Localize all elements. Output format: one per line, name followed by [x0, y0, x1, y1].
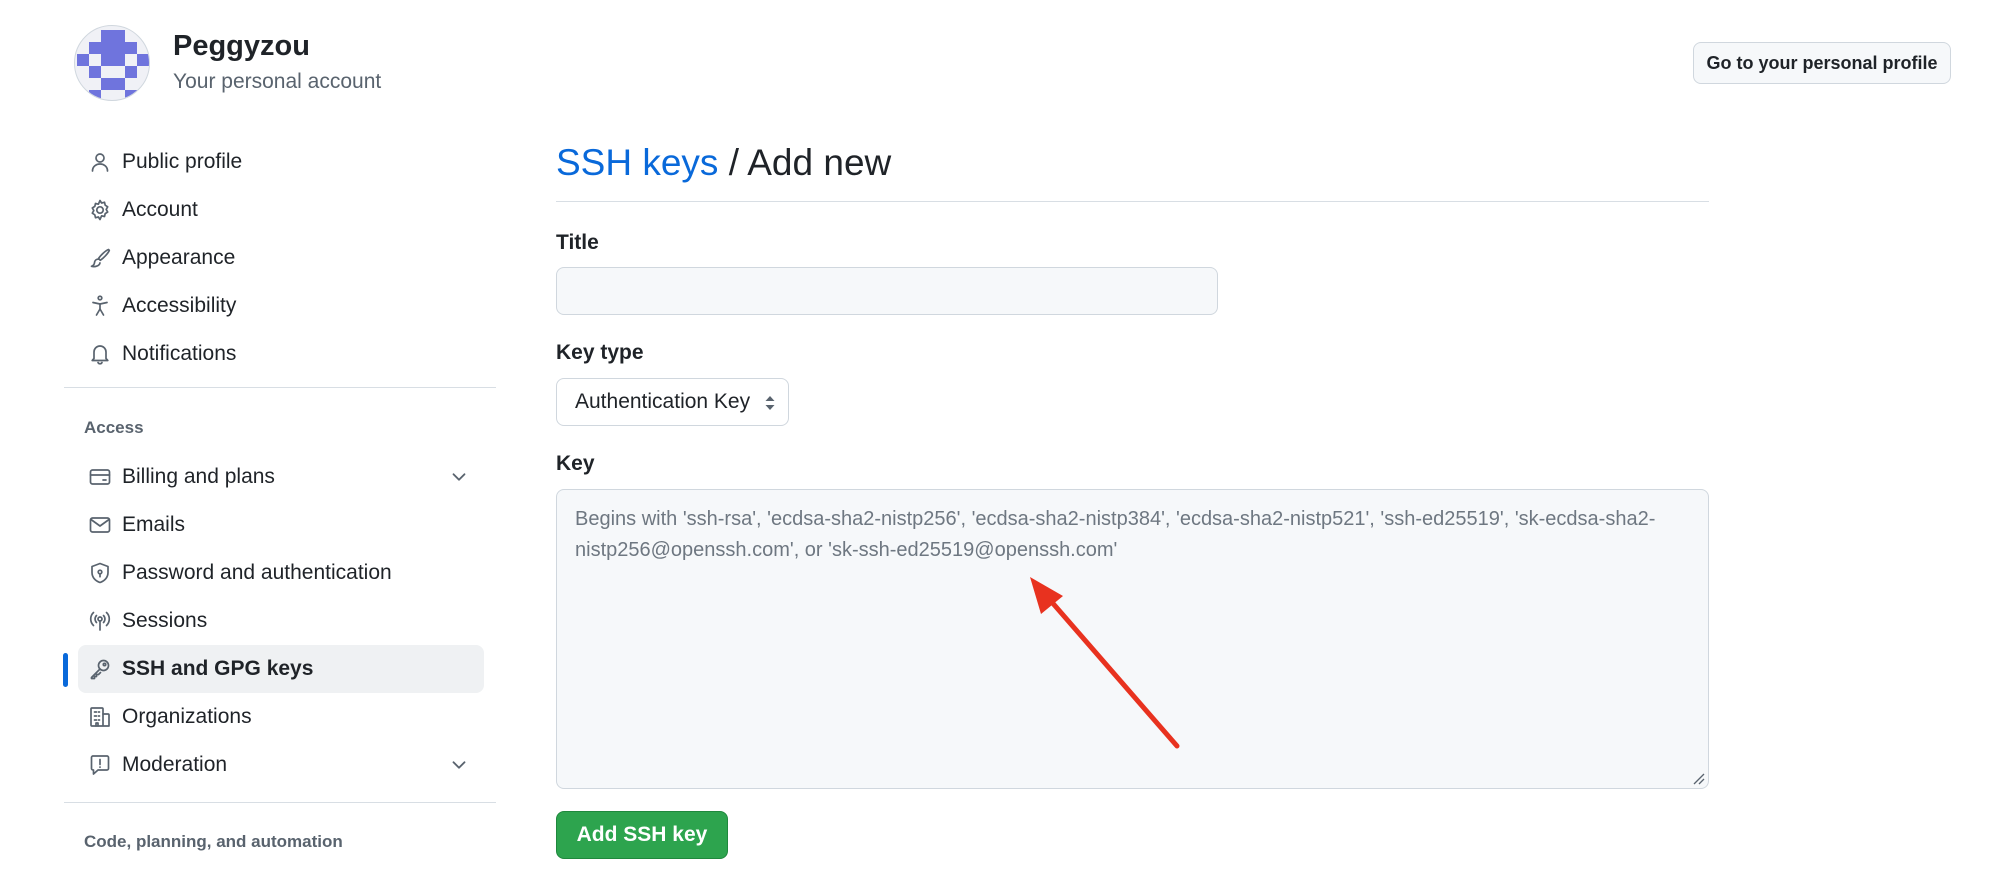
sidebar-item-label: Moderation: [122, 753, 228, 776]
sidebar-item-sessions[interactable]: Sessions: [78, 597, 484, 645]
sidebar-item-label: Notifications: [122, 342, 237, 365]
key-icon: [78, 657, 122, 681]
organization-icon: [78, 705, 122, 729]
key-type-value: Authentication Key: [575, 390, 751, 413]
sidebar-item-notifications[interactable]: Notifications: [78, 330, 484, 378]
account-subtitle: Your personal account: [173, 70, 382, 93]
bell-icon: [78, 342, 122, 366]
breadcrumb-ssh-keys-link[interactable]: SSH keys: [556, 142, 718, 183]
sidebar-item-accessibility[interactable]: Accessibility: [78, 282, 484, 330]
sidebar-item-public-profile[interactable]: Public profile: [78, 138, 484, 186]
paintbrush-icon: [78, 246, 122, 270]
sidebar-item-moderation[interactable]: Moderation: [78, 741, 484, 789]
breadcrumb-current: Add new: [747, 142, 892, 183]
chevron-down-icon[interactable]: [448, 466, 470, 488]
title-input[interactable]: [556, 267, 1218, 315]
sidebar-item-label: Account: [122, 198, 198, 221]
sidebar-item-emails[interactable]: Emails: [78, 501, 484, 549]
sidebar-item-label: SSH and GPG keys: [122, 657, 314, 680]
sidebar-heading-access: Access: [84, 418, 144, 437]
credit-card-icon: [78, 465, 122, 489]
select-arrows-icon: [765, 396, 775, 410]
chevron-down-icon[interactable]: [448, 754, 470, 776]
sidebar-item-label: Emails: [122, 513, 186, 536]
sidebar-item-password-auth[interactable]: Password and authentication: [78, 549, 484, 597]
page-title: SSH keys / Add new: [556, 142, 891, 184]
sidebar-item-label: Organizations: [122, 705, 252, 728]
sidebar-item-organizations[interactable]: Organizations: [78, 693, 484, 741]
avatar: [74, 25, 150, 101]
add-ssh-key-button[interactable]: Add SSH key: [556, 811, 728, 859]
go-to-profile-button[interactable]: Go to your personal profile: [1693, 42, 1951, 84]
sidebar-item-appearance[interactable]: Appearance: [78, 234, 484, 282]
key-placeholder: Begins with 'ssh-rsa', 'ecdsa-sha2-nistp…: [575, 508, 1656, 561]
active-indicator: [63, 653, 68, 687]
sidebar-item-label: Public profile: [122, 150, 243, 173]
key-type-select[interactable]: Authentication Key: [556, 378, 789, 426]
account-name: Peggyzou: [173, 30, 310, 62]
sidebar-item-label: Billing and plans: [122, 465, 275, 488]
sidebar-item-label: Appearance: [122, 246, 236, 269]
accessibility-icon: [78, 294, 122, 318]
sidebar-item-label: Password and authentication: [122, 561, 392, 584]
key-label: Key: [556, 452, 595, 475]
sidebar-item-billing[interactable]: Billing and plans: [78, 453, 484, 501]
broadcast-icon: [78, 609, 122, 633]
resize-handle-icon[interactable]: [1691, 771, 1705, 785]
report-icon: [78, 753, 122, 777]
title-divider: [556, 201, 1709, 202]
key-textarea[interactable]: Begins with 'ssh-rsa', 'ecdsa-sha2-nistp…: [556, 489, 1709, 789]
key-type-label: Key type: [556, 341, 644, 364]
mail-icon: [78, 513, 122, 537]
title-label: Title: [556, 231, 599, 254]
sidebar-item-ssh-gpg-keys[interactable]: SSH and GPG keys: [78, 645, 484, 693]
sidebar-divider: [64, 802, 496, 803]
person-icon: [78, 150, 122, 174]
sidebar-item-label: Sessions: [122, 609, 208, 632]
sidebar-divider: [64, 387, 496, 388]
shield-lock-icon: [78, 561, 122, 585]
breadcrumb-separator: /: [718, 142, 748, 183]
identicon-icon: [77, 30, 149, 100]
sidebar-item-account[interactable]: Account: [78, 186, 484, 234]
sidebar-item-label: Accessibility: [122, 294, 237, 317]
sidebar-heading-code: Code, planning, and automation: [84, 832, 343, 851]
gear-icon: [78, 198, 122, 222]
